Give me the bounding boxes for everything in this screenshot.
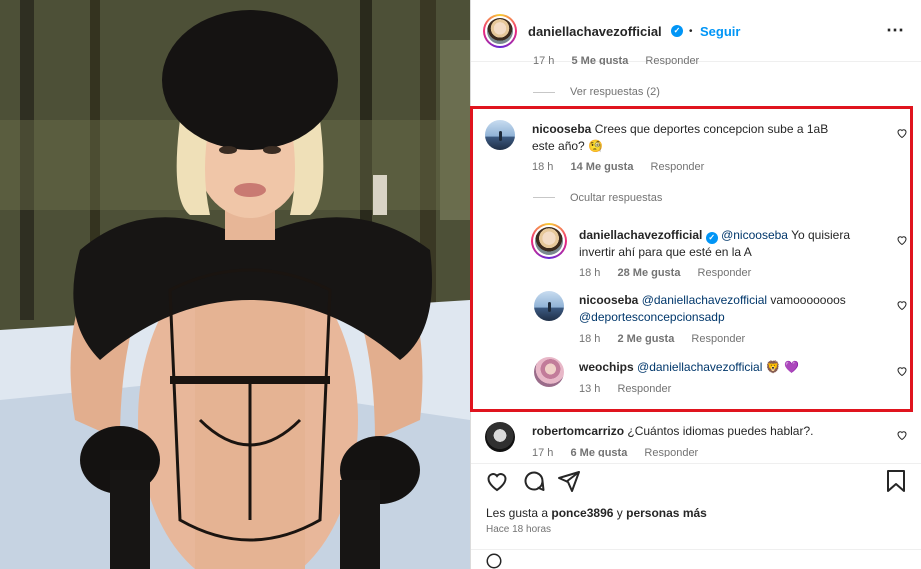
post-time-ago: Hace 18 horas	[486, 524, 552, 535]
commenter-username[interactable]: robertomcarrizo	[532, 424, 624, 438]
post-header: daniellachavezofficial ✓ • Seguir ⋯	[471, 0, 921, 62]
post-image-illustration	[0, 0, 470, 569]
save-bookmark-icon[interactable]	[885, 469, 907, 493]
comment-meta-partial: 17 h 5 Me gusta Responder	[533, 55, 700, 65]
emoji-icon[interactable]	[485, 552, 503, 569]
post-photo	[0, 0, 470, 569]
like-comment-heart-icon[interactable]	[896, 429, 908, 441]
separator-dot: •	[689, 26, 693, 37]
verified-badge-icon: ✓	[671, 25, 683, 37]
like-heart-icon[interactable]	[485, 469, 509, 493]
post-actions: Les gusta a ponce3896 y personas más Hac…	[471, 463, 921, 569]
others-likes-link[interactable]: personas más	[626, 506, 707, 520]
comment-bubble-icon[interactable]	[522, 469, 546, 493]
comment-text: ¿Cuántos idiomas puedes hablar?.	[627, 424, 814, 438]
view-replies-button[interactable]: Ver respuestas (2)	[570, 86, 660, 98]
thread-line	[533, 92, 555, 93]
liker-username[interactable]: ponce3896	[551, 506, 613, 520]
commenter-avatar[interactable]	[485, 422, 515, 452]
author-username[interactable]: daniellachavezofficial	[528, 24, 662, 39]
more-options-icon[interactable]: ⋯	[886, 20, 905, 41]
likes-summary: Les gusta a ponce3896 y personas más	[486, 506, 707, 520]
comment-meta-partial: 17 h 6 Me gusta Responder	[532, 447, 699, 457]
highlight-box	[470, 106, 913, 412]
comment-body: robertomcarrizo ¿Cuántos idiomas puedes …	[532, 423, 872, 440]
add-comment-bar[interactable]	[471, 549, 921, 569]
share-paper-plane-icon[interactable]	[557, 469, 581, 493]
follow-button[interactable]: Seguir	[700, 24, 740, 39]
author-avatar[interactable]	[483, 14, 517, 48]
